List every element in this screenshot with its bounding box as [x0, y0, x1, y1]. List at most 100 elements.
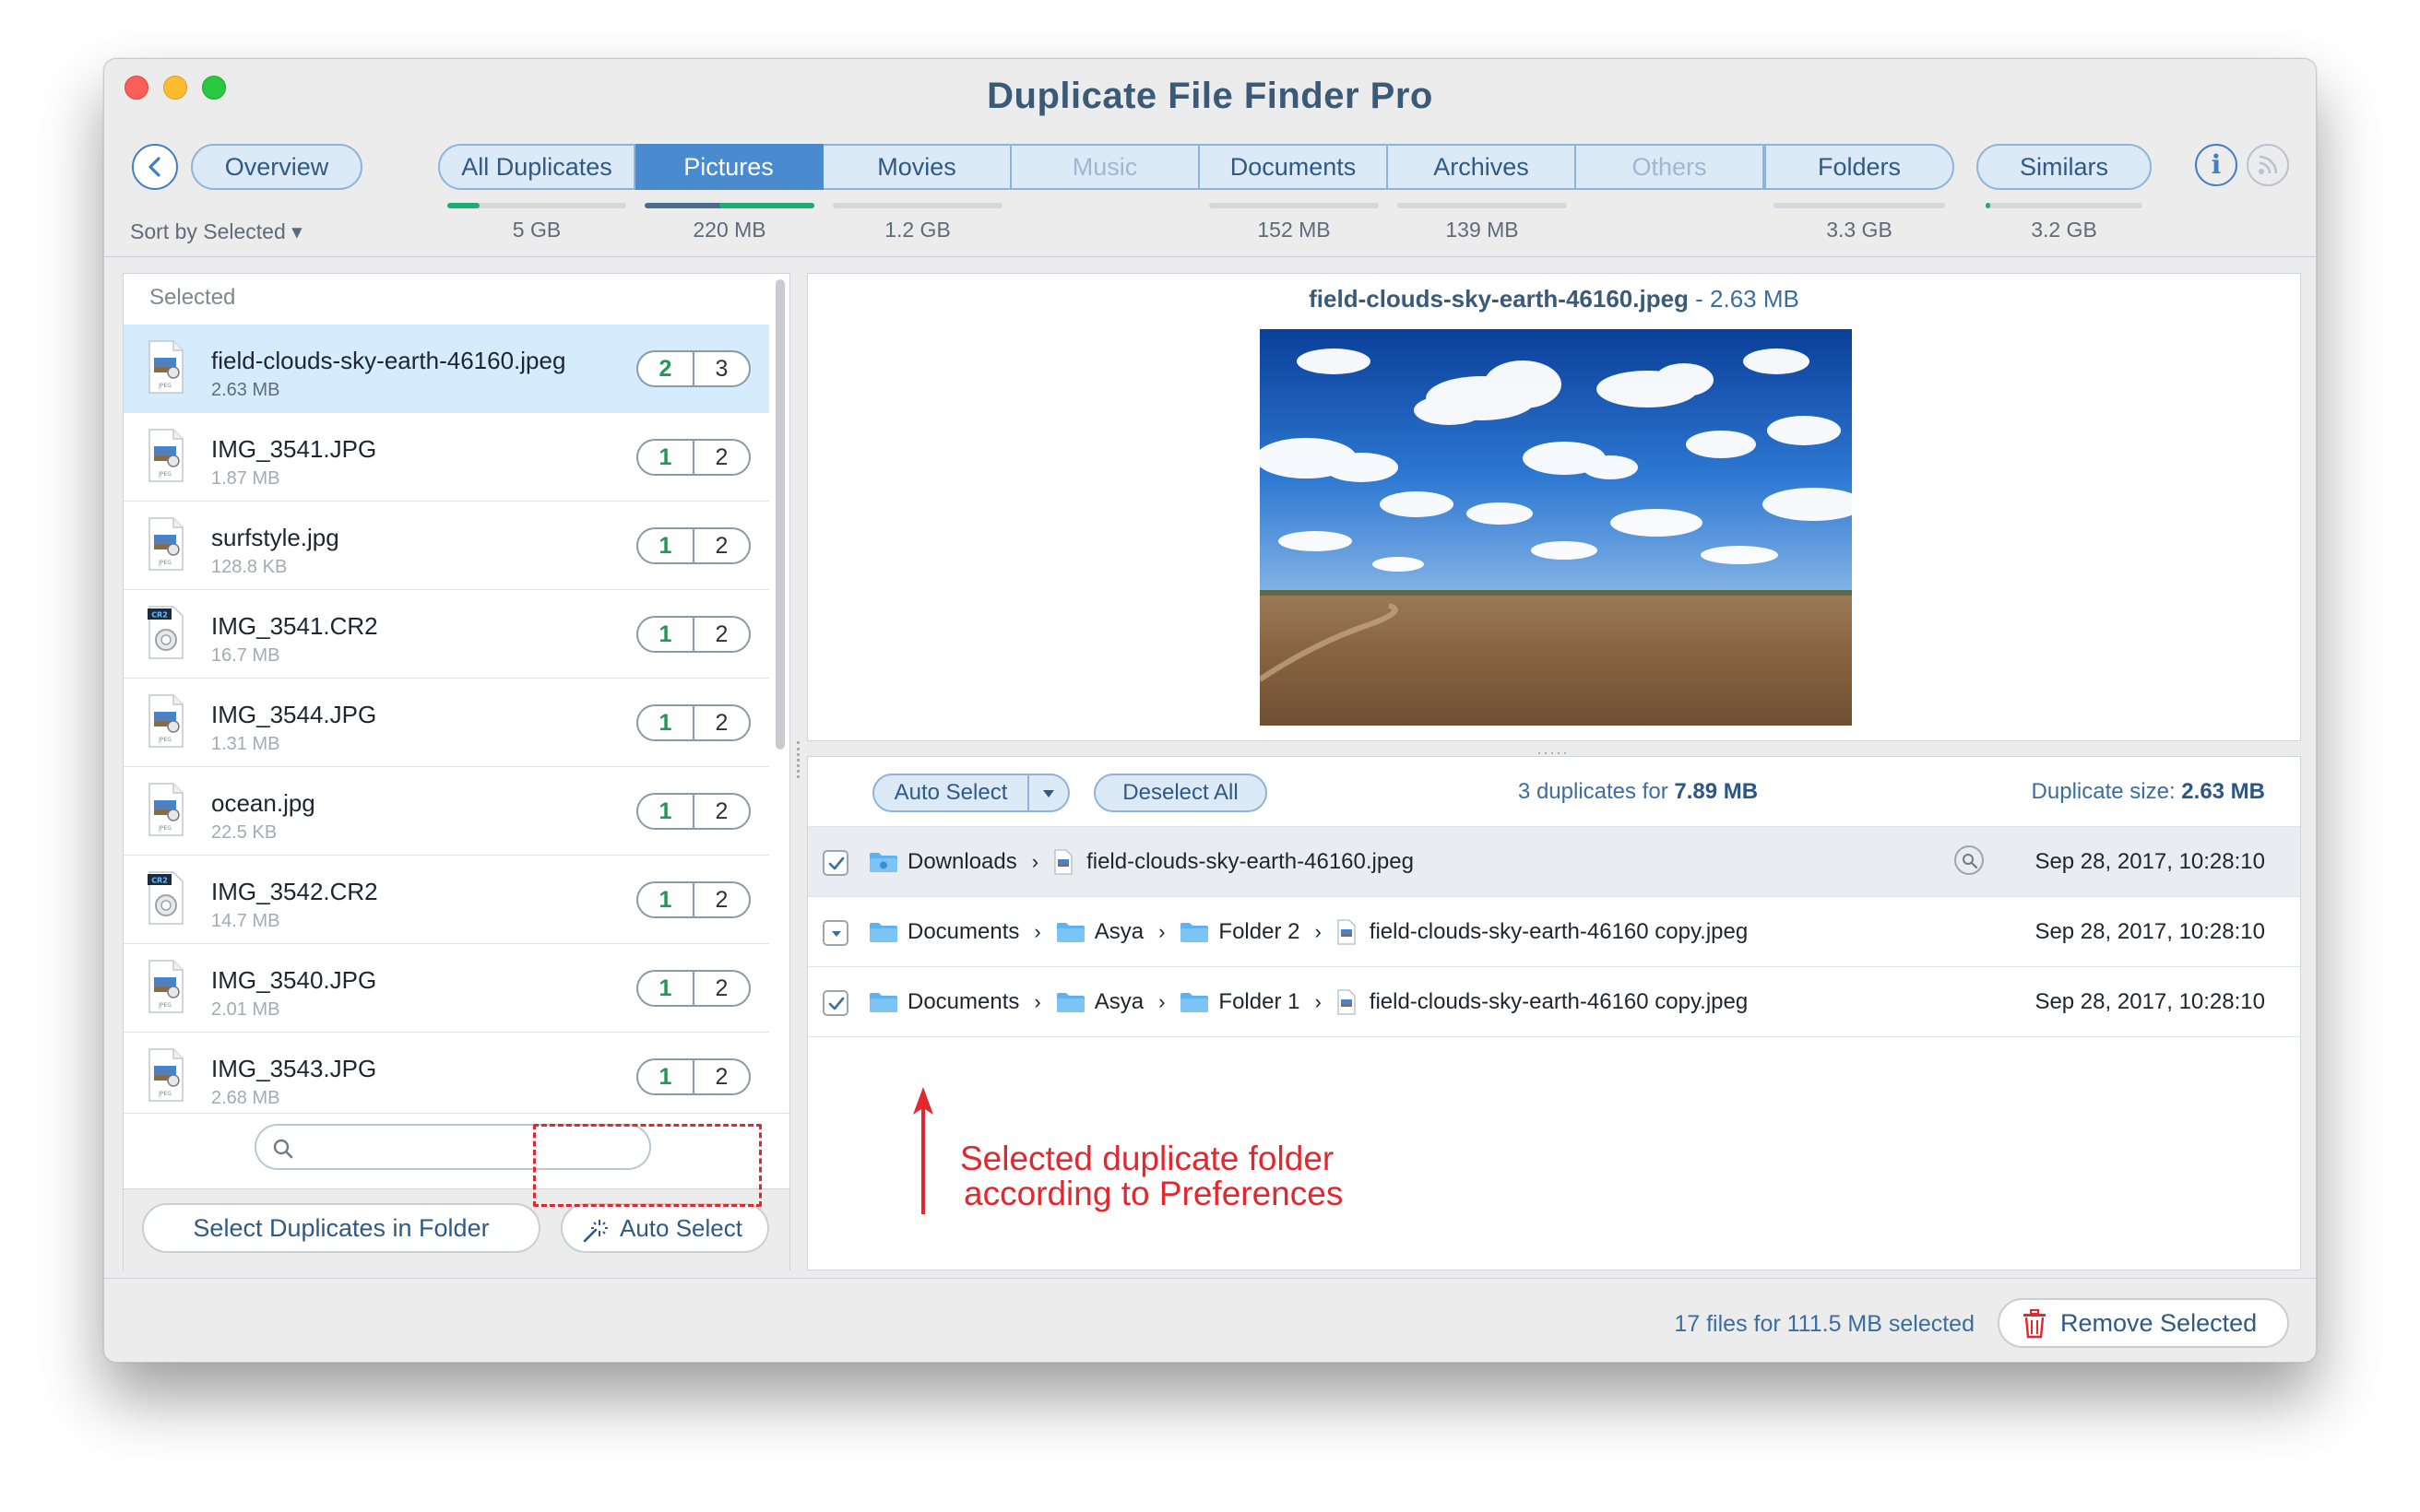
file-name: IMG_3544.JPG: [211, 701, 377, 728]
select-duplicates-in-folder-button[interactable]: Select Duplicates in Folder: [142, 1203, 540, 1253]
total-count: 2: [715, 798, 729, 824]
path-folder[interactable]: Documents: [869, 989, 1019, 1015]
file-list-item[interactable]: CR2 IMG_3542.CR2 14.7 MB 1 2: [124, 856, 769, 944]
tab-folders[interactable]: Folders: [1764, 144, 1954, 190]
path-folder[interactable]: Documents: [869, 919, 1019, 945]
duplicate-checkbox-unchecked[interactable]: [823, 920, 848, 946]
file-name: IMG_3541.CR2: [211, 612, 378, 640]
file-name: surfstyle.jpg: [211, 524, 339, 551]
file-size: 1.31 MB: [211, 734, 280, 754]
file-list-item[interactable]: JPEG surfstyle.jpg 128.8 KB 1 2: [124, 502, 769, 590]
path-file[interactable]: field-clouds-sky-earth-46160 copy.jpeg: [1336, 989, 1748, 1015]
total-count: 2: [715, 533, 729, 559]
list-scrollbar[interactable]: [776, 279, 785, 750]
path-folder[interactable]: Folder 1: [1180, 989, 1299, 1015]
selected-count: 1: [638, 1060, 694, 1093]
tab-similars[interactable]: Similars: [1976, 144, 2152, 190]
file-list-item[interactable]: JPEG IMG_3540.JPG 2.01 MB 1 2: [124, 944, 769, 1033]
tab-archives[interactable]: Archives: [1388, 144, 1576, 190]
caret-down-icon: [1043, 790, 1054, 797]
folder-icon: [1180, 923, 1209, 942]
file-list-item[interactable]: CR2 IMG_3541.CR2 16.7 MB 1 2: [124, 590, 769, 679]
size-bar-documents: [1209, 203, 1379, 208]
vertical-splitter[interactable]: [797, 741, 801, 778]
duplicates-auto-select-button[interactable]: Auto Select: [872, 774, 1029, 812]
caret-down-icon: [832, 931, 841, 937]
duplicate-size-label: Duplicate size:: [2031, 779, 2182, 804]
file-type-tag: JPEG: [158, 825, 172, 832]
list-header: Selected: [149, 285, 236, 310]
preview-file-size: - 2.63 MB: [1688, 285, 1799, 313]
file-name: field-clouds-sky-earth-46160.jpeg: [211, 347, 566, 374]
duplicate-file-name: field-clouds-sky-earth-46160 copy.jpeg: [1369, 919, 1749, 944]
app-window: Duplicate File Finder Pro Overview All Du…: [103, 58, 2317, 1363]
quick-look-button[interactable]: [1954, 845, 1984, 875]
size-label-archives: 139 MB: [1445, 218, 1519, 242]
file-list-item[interactable]: JPEG ocean.jpg 22.5 KB 1 2: [124, 767, 769, 856]
auto-select-button[interactable]: Auto Select: [561, 1203, 769, 1253]
path-folder[interactable]: Asya: [1056, 989, 1144, 1015]
size-label-movies: 1.2 GB: [884, 218, 951, 242]
tab-music[interactable]: Music: [1012, 144, 1200, 190]
jpeg-file-icon: JPEG: [148, 340, 184, 394]
chevron-left-icon: [148, 157, 160, 177]
folder-name: Folder 1: [1218, 989, 1300, 1014]
duplicate-row[interactable]: Documents › Asya › Folder 1 › field-clouds-sky…: [808, 967, 2300, 1037]
path-separator: ›: [1158, 920, 1166, 943]
file-size: 128.8 KB: [211, 557, 288, 577]
file-list-item[interactable]: JPEG field-clouds-sky-earth-46160.jpeg 2…: [124, 325, 769, 413]
image-file-icon: [1337, 989, 1356, 1015]
size-label-pictures: 220 MB: [693, 218, 766, 242]
path-file[interactable]: field-clouds-sky-earth-46160.jpeg: [1053, 849, 1414, 875]
tab-overview[interactable]: Overview: [191, 144, 362, 190]
file-list-item[interactable]: JPEG IMG_3541.JPG 1.87 MB 1 2: [124, 413, 769, 502]
selection-status: 17 files for 111.5 MB selected: [1674, 1311, 1975, 1337]
jpeg-file-icon: JPEG: [148, 517, 184, 571]
tab-pictures[interactable]: Pictures: [635, 144, 824, 190]
file-size: 2.01 MB: [211, 999, 280, 1020]
remove-selected-button[interactable]: Remove Selected: [1998, 1298, 2289, 1348]
duplicate-count-badge: 1 2: [636, 439, 751, 476]
auto-select-label: Auto Select: [620, 1214, 742, 1242]
path-folder[interactable]: Folder 2: [1180, 919, 1299, 945]
size-bar-fill-pictures: [718, 203, 814, 208]
file-list-item[interactable]: JPEG IMG_3544.JPG 1.31 MB 1 2: [124, 679, 769, 767]
preview-panel: field-clouds-sky-earth-46160.jpeg - 2.63…: [807, 273, 2301, 741]
tab-documents[interactable]: Documents: [1200, 144, 1388, 190]
duplicate-row[interactable]: Downloads › field-clouds-sky-earth-46160.j…: [808, 827, 2300, 897]
file-list-item[interactable]: JPEG IMG_3543.JPG 2.68 MB 1 2: [124, 1033, 769, 1108]
duplicate-checkbox-checked[interactable]: [823, 990, 848, 1016]
downloads-folder-icon: [870, 853, 897, 872]
total-count: 2: [715, 710, 729, 736]
duplicate-size-value: 2.63 MB: [2181, 779, 2265, 804]
feed-button[interactable]: [2247, 144, 2289, 186]
annotation-arrow-icon: [913, 1087, 933, 1214]
path-folder[interactable]: Downloads: [869, 849, 1017, 875]
path-file[interactable]: field-clouds-sky-earth-46160 copy.jpeg: [1336, 919, 1748, 945]
file-type-tag: CR2: [151, 877, 168, 885]
tab-movies[interactable]: Movies: [824, 144, 1012, 190]
path-folder[interactable]: Asya: [1056, 919, 1144, 945]
summary-size: 7.89 MB: [1674, 779, 1759, 804]
jpeg-file-icon: JPEG: [148, 783, 184, 836]
back-button[interactable]: [132, 144, 178, 190]
size-label-all-duplicates: 5 GB: [512, 218, 562, 242]
image-file-icon: [1337, 919, 1356, 945]
selected-count: 1: [638, 618, 694, 651]
tab-others[interactable]: Others: [1576, 144, 1764, 190]
folder-icon: [1056, 923, 1085, 942]
preview-title: field-clouds-sky-earth-46160.jpeg - 2.63…: [808, 285, 2300, 313]
tab-all-duplicates[interactable]: All Duplicates: [438, 144, 635, 190]
file-type-tag: CR2: [151, 611, 168, 620]
size-bar-movies: [833, 203, 1002, 208]
info-button[interactable]: i: [2195, 144, 2237, 186]
jpeg-file-icon: JPEG: [148, 960, 184, 1013]
file-path: Downloads › field-clouds-sky-earth-46160.j…: [869, 827, 1414, 897]
path-separator: ›: [1158, 990, 1166, 1013]
sort-dropdown[interactable]: Sort by Selected ▾: [130, 219, 302, 244]
duplicate-checkbox-checked[interactable]: [823, 850, 848, 876]
auto-select-dropdown-button[interactable]: [1029, 774, 1070, 812]
duplicate-row[interactable]: Documents › Asya › Folder 2 › field-clouds-sky…: [808, 897, 2300, 967]
total-count: 2: [715, 975, 729, 1001]
deselect-all-button[interactable]: Deselect All: [1094, 774, 1267, 812]
